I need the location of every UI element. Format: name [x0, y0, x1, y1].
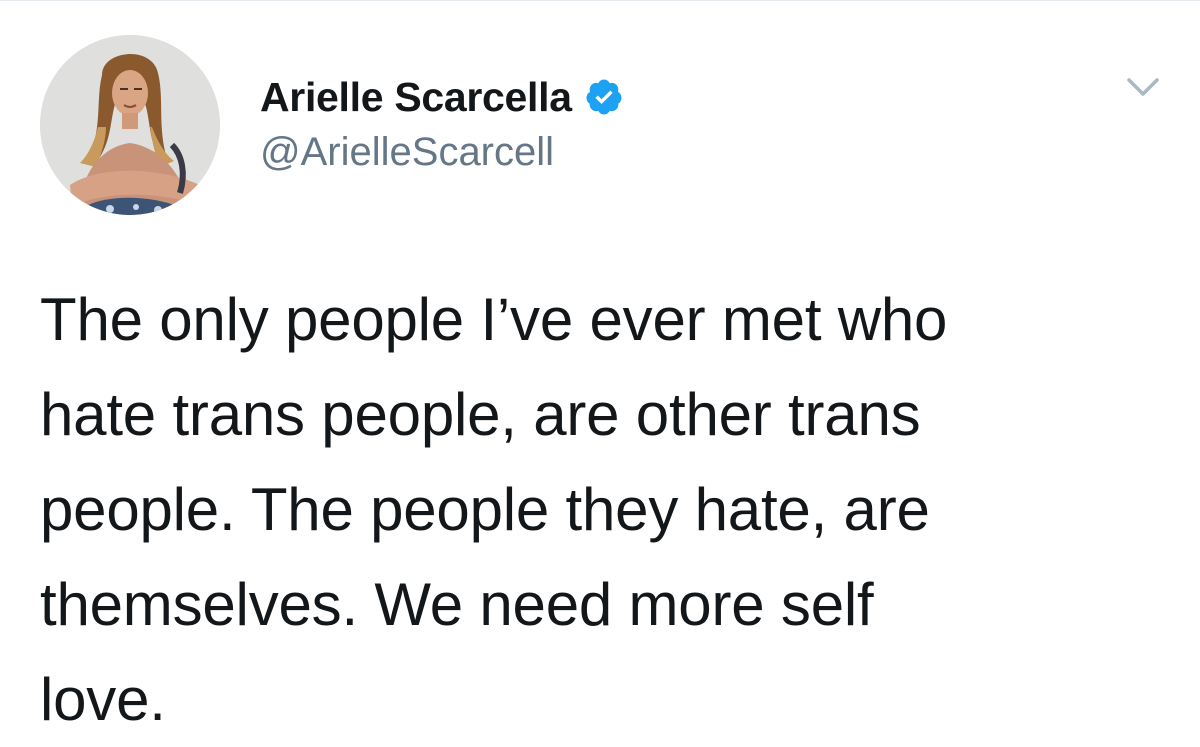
display-name[interactable]: Arielle Scarcella	[260, 74, 572, 121]
tweet-author: Arielle Scarcella @ArielleScarcell	[260, 72, 1020, 175]
verified-badge-icon	[586, 79, 622, 115]
divider	[0, 0, 1200, 1]
chevron-down-icon[interactable]	[1123, 72, 1163, 102]
author-name-row: Arielle Scarcella	[260, 72, 1020, 122]
avatar[interactable]	[40, 35, 220, 215]
profile-photo	[40, 35, 220, 215]
tweet-text: The only people I’ve ever met who hate t…	[40, 286, 948, 733]
tweet-card: Arielle Scarcella @ArielleScarcell The o…	[0, 0, 1200, 737]
handle[interactable]: @ArielleScarcell	[260, 130, 1020, 175]
